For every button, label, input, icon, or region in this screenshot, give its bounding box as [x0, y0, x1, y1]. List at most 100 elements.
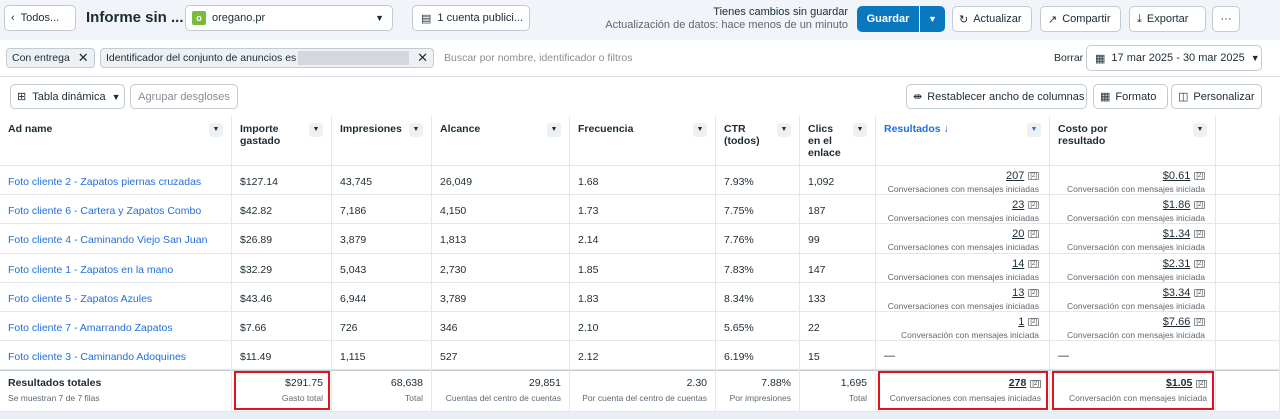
- caret-down-icon[interactable]: ▼: [777, 123, 791, 137]
- cost-value[interactable]: $2.31: [1163, 258, 1191, 270]
- ad-name-cell[interactable]: Foto cliente 4 - Caminando Viejo San Jua…: [0, 224, 232, 254]
- info-icon[interactable]: [2]: [1028, 259, 1039, 268]
- ad-name-cell[interactable]: Foto cliente 2 - Zapatos piernas cruzada…: [0, 166, 232, 196]
- caret-down-icon[interactable]: ▼: [693, 123, 707, 137]
- result-type-label: Conversaciones con mensajes iniciadas: [887, 300, 1039, 311]
- save-options-button[interactable]: ▼: [920, 6, 945, 32]
- table-cell-freq: 1.83: [570, 282, 716, 312]
- result-value: $1.34 [2]: [1054, 228, 1205, 240]
- column-header[interactable]: Alcance ▼: [432, 116, 570, 166]
- column-header[interactable]: Resultados ↓ ▼: [876, 116, 1050, 166]
- ad-name-cell[interactable]: Foto cliente 7 - Amarrando Zapatos: [0, 312, 232, 342]
- account-select[interactable]: o oregano.pr ▼: [185, 5, 393, 31]
- highlight-box: [878, 371, 1048, 410]
- info-icon[interactable]: [2]: [1028, 288, 1039, 297]
- group-breakdowns-button[interactable]: Agrupar desgloses: [130, 84, 238, 109]
- cell-value: 1,115: [340, 351, 366, 364]
- result-value: $0.61 [2]: [1054, 170, 1205, 182]
- result-count[interactable]: 23: [1012, 199, 1024, 211]
- cell-value: 1,813: [440, 234, 467, 247]
- totals-cell-clicks: 1,695 Total: [800, 370, 876, 412]
- ad-name-link[interactable]: Foto cliente 7 - Amarrando Zapatos: [8, 322, 173, 334]
- close-icon[interactable]: ✕: [417, 50, 428, 66]
- info-icon[interactable]: [2]: [1028, 230, 1039, 239]
- reset-column-widths-button[interactable]: ⇼ Restablecer ancho de columnas: [906, 84, 1087, 109]
- pivot-icon: ⊞: [17, 91, 27, 103]
- cell-value: 2,730: [440, 263, 467, 276]
- result-type-label: Conversación con mensajes iniciada: [1067, 184, 1205, 194]
- result-count[interactable]: 13: [1012, 287, 1024, 299]
- table-cell-clicks: 133: [800, 282, 876, 312]
- ad-name-link[interactable]: Foto cliente 2 - Zapatos piernas cruzada…: [8, 176, 201, 188]
- table-cell-empty: [1216, 195, 1280, 225]
- result-count[interactable]: 1: [1018, 316, 1024, 328]
- clear-filters-link[interactable]: Borrar: [1054, 52, 1083, 64]
- ad-name-link[interactable]: Foto cliente 1 - Zapatos en la mano: [8, 264, 173, 276]
- ad-name-cell[interactable]: Foto cliente 5 - Zapatos Azules: [0, 282, 232, 312]
- filter-chip-delivery[interactable]: Con entrega ✕: [6, 48, 95, 68]
- info-icon[interactable]: [2]: [1194, 288, 1205, 297]
- back-button[interactable]: ‹ Todos...: [4, 5, 76, 31]
- caret-down-icon[interactable]: ▼: [409, 123, 423, 137]
- update-button[interactable]: ↻ Actualizar: [952, 6, 1032, 32]
- caret-down-icon[interactable]: ▼: [309, 123, 323, 137]
- personalize-button[interactable]: ◫ Personalizar: [1171, 84, 1262, 109]
- report-title[interactable]: Informe sin ...: [86, 9, 184, 26]
- caret-down-icon[interactable]: ▼: [1027, 123, 1041, 137]
- info-icon[interactable]: [2]: [1194, 259, 1205, 268]
- info-icon[interactable]: [2]: [1194, 318, 1205, 327]
- caret-down-icon[interactable]: ▼: [209, 123, 223, 137]
- ad-name-cell[interactable]: Foto cliente 6 - Cartera y Zapatos Combo: [0, 195, 232, 225]
- columns-icon: ◫: [1178, 91, 1189, 103]
- cell-value: 2.12: [578, 351, 599, 364]
- column-header[interactable]: Frecuencia ▼: [570, 116, 716, 166]
- result-count[interactable]: 14: [1012, 258, 1024, 270]
- cost-value[interactable]: $3.34: [1163, 287, 1191, 299]
- column-header[interactable]: Clics en el enlace ▼: [800, 116, 876, 166]
- column-header[interactable]: Ad name ▼: [0, 116, 232, 166]
- pivot-table-button[interactable]: ⊞ Tabla dinámica ▼: [10, 84, 125, 109]
- cost-value[interactable]: $1.34: [1163, 228, 1191, 240]
- result-type-label: Conversaciones con mensajes iniciadas: [887, 213, 1039, 224]
- more-options-button[interactable]: ···: [1212, 6, 1240, 32]
- cell-value: 527: [440, 351, 458, 364]
- filter-chip-adset-id[interactable]: Identificador del conjunto de anuncios e…: [100, 48, 434, 68]
- save-button[interactable]: Guardar: [857, 6, 919, 32]
- ad-accounts-button[interactable]: ▤ 1 cuenta publici...: [412, 5, 530, 31]
- column-header[interactable]: Impresiones ▼: [332, 116, 432, 166]
- caret-down-icon[interactable]: ▼: [853, 123, 867, 137]
- ad-name-link[interactable]: Foto cliente 3 - Caminando Adoquines: [8, 351, 186, 363]
- table-cell-clicks: 99: [800, 224, 876, 254]
- cost-value[interactable]: $0.61: [1163, 170, 1191, 182]
- close-icon[interactable]: ✕: [78, 50, 89, 66]
- info-icon[interactable]: [2]: [1028, 172, 1039, 181]
- result-count[interactable]: 207: [1006, 170, 1024, 182]
- ad-name-link[interactable]: Foto cliente 5 - Zapatos Azules: [8, 293, 152, 305]
- result-count[interactable]: 20: [1012, 228, 1024, 240]
- date-range-picker[interactable]: ▦ 17 mar 2025 - 30 mar 2025 ▼: [1086, 45, 1262, 71]
- cost-value[interactable]: $7.66: [1163, 316, 1191, 328]
- info-icon[interactable]: [2]: [1028, 318, 1039, 327]
- share-icon: ↗: [1048, 13, 1058, 26]
- result-type-label: Conversaciones con mensajes iniciadas: [887, 242, 1039, 253]
- info-icon[interactable]: [2]: [1194, 201, 1205, 210]
- result-type-label: Conversación con mensajes iniciada: [1067, 213, 1205, 224]
- ad-name-link[interactable]: Foto cliente 4 - Caminando Viejo San Jua…: [8, 234, 207, 246]
- caret-down-icon[interactable]: ▼: [547, 123, 561, 137]
- ad-name-link[interactable]: Foto cliente 6 - Cartera y Zapatos Combo: [8, 205, 201, 217]
- info-icon[interactable]: [2]: [1028, 201, 1039, 210]
- export-button[interactable]: ⤓ Exportar: [1129, 6, 1206, 32]
- share-button[interactable]: ↗ Compartir: [1040, 6, 1121, 32]
- ad-name-cell[interactable]: Foto cliente 1 - Zapatos en la mano: [0, 253, 232, 283]
- table-icon: ▦: [1100, 91, 1111, 103]
- column-header[interactable]: Importe gastado ▼: [232, 116, 332, 166]
- info-icon[interactable]: [2]: [1194, 172, 1205, 181]
- caret-down-icon[interactable]: ▼: [1193, 123, 1207, 137]
- cost-value[interactable]: $1.86: [1163, 199, 1191, 211]
- info-icon[interactable]: [2]: [1194, 230, 1205, 239]
- format-button[interactable]: ▦ Formato: [1093, 84, 1168, 109]
- ad-name-cell[interactable]: Foto cliente 3 - Caminando Adoquines: [0, 341, 232, 371]
- search-input[interactable]: Buscar por nombre, identificador o filtr…: [444, 52, 633, 64]
- column-header[interactable]: CTR (todos) ▼: [716, 116, 800, 166]
- column-header[interactable]: Costo por resultado ▼: [1050, 116, 1216, 166]
